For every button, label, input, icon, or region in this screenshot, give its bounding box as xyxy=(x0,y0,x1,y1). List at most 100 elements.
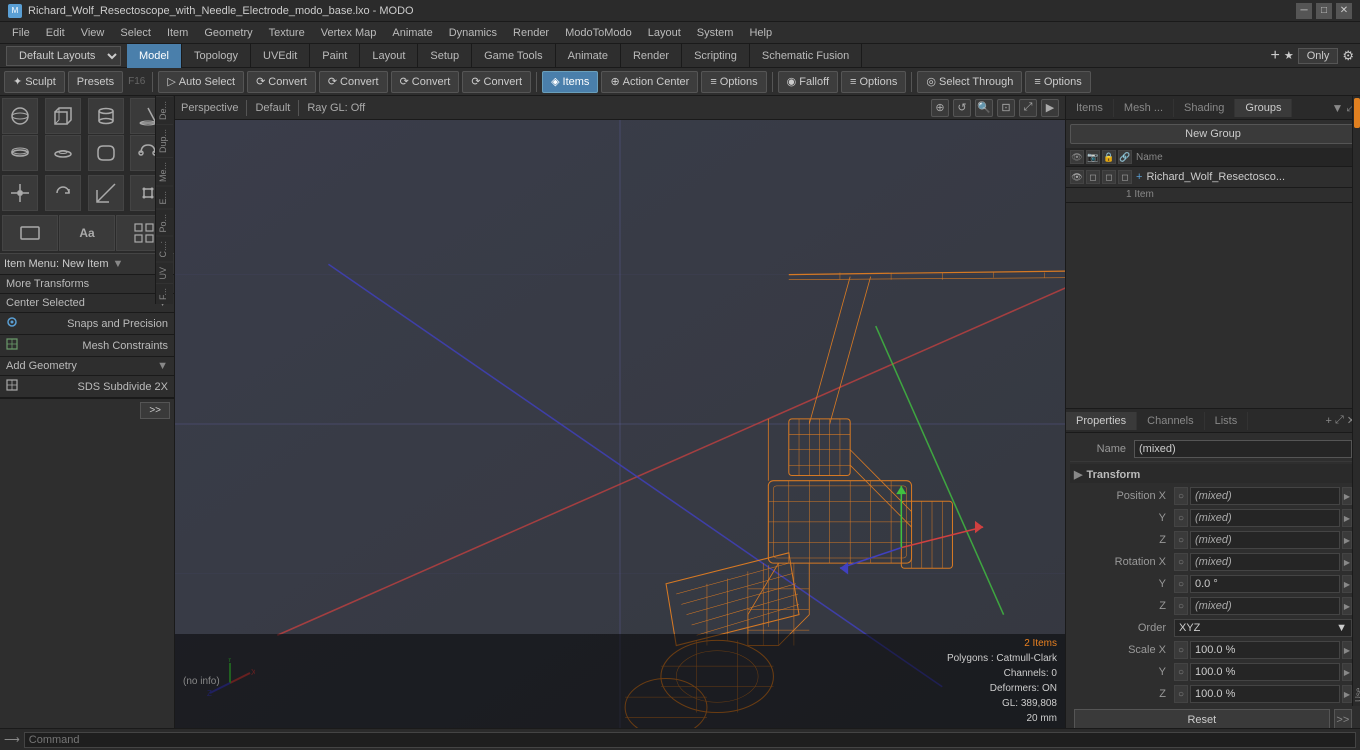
tab-groups[interactable]: Groups xyxy=(1235,99,1292,117)
tab-dropdown-button[interactable]: ▼ xyxy=(1332,101,1344,115)
vp-ctrl-frame[interactable]: ⊡ xyxy=(997,99,1015,117)
tab-paint[interactable]: Paint xyxy=(310,44,360,68)
new-group-button[interactable]: New Group xyxy=(1070,124,1356,144)
vert-tab-me[interactable]: Me... xyxy=(156,157,173,186)
tab-setup[interactable]: Setup xyxy=(418,44,472,68)
scale-x-toggle[interactable]: ○ xyxy=(1174,641,1188,659)
settings-icon[interactable]: ⚙ xyxy=(1342,48,1354,64)
menu-system[interactable]: System xyxy=(689,25,742,41)
menu-modetomodo[interactable]: ModoToModo xyxy=(557,25,640,41)
move-tool[interactable] xyxy=(2,175,38,211)
menu-file[interactable]: File xyxy=(4,25,38,41)
vp-ctrl-next[interactable]: ▶ xyxy=(1041,99,1059,117)
maximize-button[interactable]: □ xyxy=(1316,3,1332,19)
only-button[interactable]: Only xyxy=(1298,48,1339,64)
convert-button-3[interactable]: ⟳ Convert xyxy=(391,71,460,93)
rot-y-value[interactable]: 0.0 ° xyxy=(1190,575,1340,593)
add-layout-button[interactable]: + xyxy=(1271,47,1280,65)
scale-tool[interactable] xyxy=(88,175,124,211)
tab-animate[interactable]: Animate xyxy=(556,44,621,68)
group-header-icon-eye[interactable]: 👁 xyxy=(1070,150,1084,164)
cylinder-tool[interactable] xyxy=(88,98,124,134)
rotate-tool[interactable] xyxy=(45,175,81,211)
mesh-constraints-header[interactable]: Mesh Constraints xyxy=(0,335,174,356)
vert-tab-c[interactable]: C...: xyxy=(156,236,173,262)
pos-z-inc[interactable]: ▶ xyxy=(1342,531,1352,549)
group-header-icon-camera[interactable]: 📷 xyxy=(1086,150,1100,164)
pos-y-toggle[interactable]: ○ xyxy=(1174,509,1188,527)
scale-z-toggle[interactable]: ○ xyxy=(1174,685,1188,703)
torus-tool[interactable] xyxy=(45,135,81,171)
group-header-icon-lock[interactable]: 🔒 xyxy=(1102,150,1116,164)
convert-button-2[interactable]: ⟳ Convert xyxy=(319,71,388,93)
menu-view[interactable]: View xyxy=(73,25,113,41)
prop-tab-properties[interactable]: Properties xyxy=(1066,412,1137,430)
scale-z-value[interactable]: 100.0 % xyxy=(1190,685,1340,703)
vert-tab-f[interactable]: F... xyxy=(156,283,173,304)
menu-select[interactable]: Select xyxy=(112,25,159,41)
menu-animate[interactable]: Animate xyxy=(384,25,440,41)
group-row-icon-camera[interactable]: ◻ xyxy=(1086,170,1100,184)
rot-z-inc[interactable]: ▶ xyxy=(1342,597,1352,615)
rot-y-toggle[interactable]: ○ xyxy=(1174,575,1188,593)
viewport-canvas[interactable]: X Y Z (no info) 2 Items Polygons : Catmu… xyxy=(175,120,1065,728)
prop-expand-button[interactable]: ⤢ xyxy=(1335,414,1344,427)
menu-render[interactable]: Render xyxy=(505,25,557,41)
vp-ctrl-loop[interactable]: ↺ xyxy=(953,99,971,117)
group-row-icon-eye[interactable]: 👁 xyxy=(1070,170,1084,184)
items-button[interactable]: ◈ Items xyxy=(542,71,598,93)
tab-topology[interactable]: Topology xyxy=(182,44,251,68)
add-geometry-header[interactable]: Add Geometry ▼ xyxy=(0,357,174,375)
tab-schematic-fusion[interactable]: Schematic Fusion xyxy=(750,44,862,68)
tab-scripting[interactable]: Scripting xyxy=(682,44,750,68)
ray-gl-label[interactable]: Ray GL: Off xyxy=(307,102,365,114)
falloff-button[interactable]: ◉ Falloff xyxy=(778,71,838,93)
tab-layout[interactable]: Layout xyxy=(360,44,418,68)
pos-z-value[interactable]: (mixed) xyxy=(1190,531,1340,549)
pos-z-toggle[interactable]: ○ xyxy=(1174,531,1188,549)
rot-x-toggle[interactable]: ○ xyxy=(1174,553,1188,571)
menu-layout[interactable]: Layout xyxy=(640,25,689,41)
tab-uvedit[interactable]: UVEdit xyxy=(251,44,310,68)
rot-y-inc[interactable]: ▶ xyxy=(1342,575,1352,593)
tab-shading[interactable]: Shading xyxy=(1174,99,1235,117)
rot-z-toggle[interactable]: ○ xyxy=(1174,597,1188,615)
vp-ctrl-expand[interactable]: ⤢ xyxy=(1019,99,1037,117)
vp-ctrl-search[interactable]: 🔍 xyxy=(975,99,993,117)
vert-tab-de[interactable]: De... xyxy=(156,96,173,124)
center-selected-header[interactable]: Center Selected ▼ xyxy=(0,294,174,312)
rot-z-value[interactable]: (mixed) xyxy=(1190,597,1340,615)
type-tool[interactable] xyxy=(2,215,58,251)
prop-add-button[interactable]: + xyxy=(1326,415,1332,427)
menu-help[interactable]: Help xyxy=(741,25,780,41)
capsule-tool[interactable] xyxy=(88,135,124,171)
scale-x-value[interactable]: 100.0 % xyxy=(1190,641,1340,659)
convert-button-4[interactable]: ⟳ Convert xyxy=(462,71,531,93)
options-button-2[interactable]: ≡ Options xyxy=(841,71,906,93)
group-row[interactable]: 👁 ◻ ◻ ◻ + Richard_Wolf_Resectosco... xyxy=(1066,167,1360,188)
tab-mesh[interactable]: Mesh ... xyxy=(1114,99,1174,117)
convert-button-1[interactable]: ⟳ Convert xyxy=(247,71,316,93)
scale-x-inc[interactable]: ▶ xyxy=(1342,641,1352,659)
menu-dynamics[interactable]: Dynamics xyxy=(441,25,505,41)
reset-button[interactable]: Reset xyxy=(1074,709,1330,728)
name-field[interactable] xyxy=(1134,440,1352,458)
menu-texture[interactable]: Texture xyxy=(261,25,313,41)
sds-header[interactable]: SDS Subdivide 2X xyxy=(0,376,174,397)
more-button[interactable]: >> xyxy=(140,402,170,419)
next-button[interactable]: >> xyxy=(1334,709,1352,728)
star-button[interactable]: ★ xyxy=(1284,49,1294,62)
rot-x-inc[interactable]: ▶ xyxy=(1342,553,1352,571)
pos-y-inc[interactable]: ▶ xyxy=(1342,509,1352,527)
pos-x-inc[interactable]: ▶ xyxy=(1342,487,1352,505)
vert-tab-uv[interactable]: UV xyxy=(156,262,173,284)
pos-y-value[interactable]: (mixed) xyxy=(1190,509,1340,527)
menu-vertex-map[interactable]: Vertex Map xyxy=(313,25,385,41)
pos-x-toggle[interactable]: ○ xyxy=(1174,487,1188,505)
tab-items[interactable]: Items xyxy=(1066,99,1114,117)
disc-tool[interactable] xyxy=(2,135,38,171)
vert-tab-dup[interactable]: Dup... xyxy=(156,124,173,157)
box-tool[interactable] xyxy=(45,98,81,134)
minimize-button[interactable]: ─ xyxy=(1296,3,1312,19)
command-input[interactable] xyxy=(24,732,1356,748)
